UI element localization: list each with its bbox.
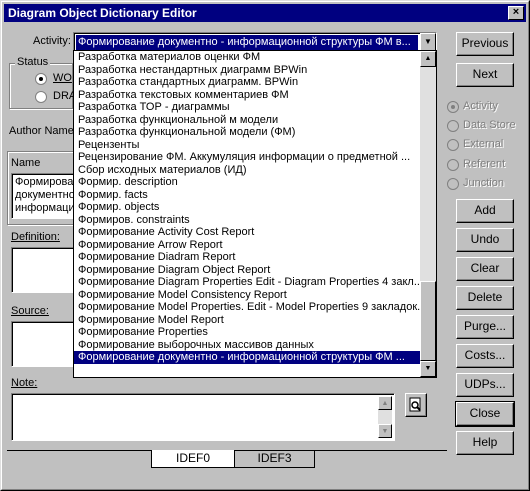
dropdown-item[interactable]: Формирование Diadram Report bbox=[74, 251, 420, 264]
note-label: Note: bbox=[11, 377, 38, 389]
dropdown-item[interactable]: Рецензенты bbox=[74, 139, 420, 152]
type-junction-label: Junction bbox=[463, 177, 504, 189]
name-line-3: информацио bbox=[15, 202, 75, 214]
name-label: Name bbox=[11, 157, 41, 169]
type-activity-label: Activity bbox=[463, 100, 498, 112]
zoom-note-button[interactable] bbox=[405, 393, 427, 417]
close-icon: × bbox=[512, 6, 520, 18]
dropdown-item[interactable]: Рецензирование ФМ. Аккумуляция информаци… bbox=[74, 151, 420, 164]
name-line-1: Формирова bbox=[15, 176, 74, 188]
definition-label: Definition: bbox=[11, 231, 60, 243]
activity-dropdown-list[interactable]: Разработка материалов оценки ФМ Разработк… bbox=[73, 50, 437, 378]
scroll-down-icon[interactable]: ▼ bbox=[420, 361, 436, 377]
definition-field[interactable] bbox=[11, 247, 75, 293]
tab-idef0[interactable]: IDEF0 bbox=[151, 450, 235, 468]
dropdown-item[interactable]: Формирование Properties bbox=[74, 326, 420, 339]
scroll-thumb[interactable] bbox=[420, 281, 436, 361]
dropdown-item[interactable]: Формирование Diagram Object Report bbox=[74, 264, 420, 277]
status-wo-radio[interactable] bbox=[35, 73, 47, 85]
dropdown-item[interactable]: Формирование Diagram Properties Edit - D… bbox=[74, 276, 420, 289]
dictionary-editor-window: Diagram Object Dictionary Editor × Activ… bbox=[0, 0, 530, 491]
type-datastore-label: Data Store bbox=[463, 119, 516, 131]
name-line-2: документно bbox=[15, 189, 75, 201]
dropdown-item[interactable]: Разработка функциональной модели (ФМ) bbox=[74, 126, 420, 139]
dropdown-item[interactable]: Формирование Model Report bbox=[74, 314, 420, 327]
dropdown-item[interactable]: Формиров. constraints bbox=[74, 214, 420, 227]
dropdown-item[interactable]: Формирование документно - информационной… bbox=[74, 351, 420, 364]
dropdown-item[interactable]: Разработка стандартных диаграмм. BPWin bbox=[74, 76, 420, 89]
activity-label: Activity: bbox=[33, 35, 71, 47]
window-title: Diagram Object Dictionary Editor bbox=[8, 6, 197, 20]
type-junction-radio[interactable] bbox=[447, 178, 459, 190]
dropdown-item[interactable]: Формирование Model Properties. Edit - Mo… bbox=[74, 301, 420, 314]
purge-button[interactable]: Purge... bbox=[456, 315, 514, 339]
type-referent-radio[interactable] bbox=[447, 159, 459, 171]
dropdown-item[interactable]: Разработка материалов оценки ФМ bbox=[74, 51, 420, 64]
source-label: Source: bbox=[11, 305, 49, 317]
dropdown-item[interactable]: Разработка текстовых комментариев ФМ bbox=[74, 89, 420, 102]
dropdown-item[interactable]: Формирование Activity Cost Report bbox=[74, 226, 420, 239]
udps-button[interactable]: UDPs... bbox=[456, 373, 514, 397]
activity-combo[interactable]: Формирование документно - информационной… bbox=[73, 32, 437, 52]
title-bar[interactable]: Diagram Object Dictionary Editor × bbox=[4, 4, 526, 22]
author-name-label: Author Name bbox=[9, 125, 74, 137]
dropdown-item[interactable]: Формирование Arrow Report bbox=[74, 239, 420, 252]
delete-button[interactable]: Delete bbox=[456, 286, 514, 310]
dropdown-item[interactable]: Формир. description bbox=[74, 176, 420, 189]
close-window-button[interactable]: × bbox=[508, 6, 524, 20]
type-datastore-radio[interactable] bbox=[447, 120, 459, 132]
magnifier-icon bbox=[409, 397, 423, 412]
dropdown-item[interactable]: Сбор исходных материалов (ИД) bbox=[74, 164, 420, 177]
note-scrollbar[interactable]: ▲ ▼ bbox=[378, 396, 392, 438]
undo-button[interactable]: Undo bbox=[456, 228, 514, 252]
note-field[interactable]: ▲ ▼ bbox=[11, 393, 395, 441]
close-button[interactable]: Close bbox=[455, 401, 515, 427]
dropdown-item[interactable]: Формирование Model Consistency Report bbox=[74, 289, 420, 302]
dropdown-scrollbar[interactable]: ▲ ▼ bbox=[420, 51, 436, 377]
activity-selected-value: Формирование документно - информационной… bbox=[76, 35, 418, 50]
source-field[interactable] bbox=[11, 321, 75, 367]
dropdown-item[interactable]: Формир. objects bbox=[74, 201, 420, 214]
previous-button[interactable]: Previous bbox=[456, 32, 514, 56]
scroll-up-icon[interactable]: ▲ bbox=[420, 51, 436, 67]
clear-button[interactable]: Clear bbox=[456, 257, 514, 281]
status-wo-label: WO bbox=[53, 72, 72, 84]
next-button[interactable]: Next bbox=[456, 63, 514, 87]
type-external-radio[interactable] bbox=[447, 139, 459, 151]
dropdown-item[interactable]: Разработка ТОР - диаграммы bbox=[74, 101, 420, 114]
name-field[interactable]: Формирова документно информацио bbox=[11, 173, 75, 219]
tab-idef3[interactable]: IDEF3 bbox=[235, 450, 315, 468]
add-button[interactable]: Add bbox=[456, 199, 514, 223]
dropdown-arrow-icon[interactable]: ▼ bbox=[420, 33, 436, 51]
dropdown-item[interactable]: Формирование выборочных массивов данных bbox=[74, 339, 420, 352]
dropdown-item[interactable]: Формир. facts bbox=[74, 189, 420, 202]
status-dra-radio[interactable] bbox=[35, 91, 47, 103]
costs-button[interactable]: Costs... bbox=[456, 344, 514, 368]
dropdown-items: Разработка материалов оценки ФМ Разработк… bbox=[74, 51, 420, 377]
dropdown-item[interactable]: Разработка нестандартных диаграмм BPWin bbox=[74, 64, 420, 77]
scroll-down-icon[interactable]: ▼ bbox=[378, 424, 392, 438]
help-button[interactable]: Help bbox=[456, 431, 514, 455]
scroll-up-icon[interactable]: ▲ bbox=[378, 396, 392, 410]
status-label: Status bbox=[15, 56, 51, 68]
type-external-label: External bbox=[463, 138, 504, 150]
type-activity-radio[interactable] bbox=[447, 101, 459, 113]
dropdown-item[interactable]: Разработка функциональной м модели bbox=[74, 114, 420, 127]
type-referent-label: Referent bbox=[463, 158, 506, 170]
